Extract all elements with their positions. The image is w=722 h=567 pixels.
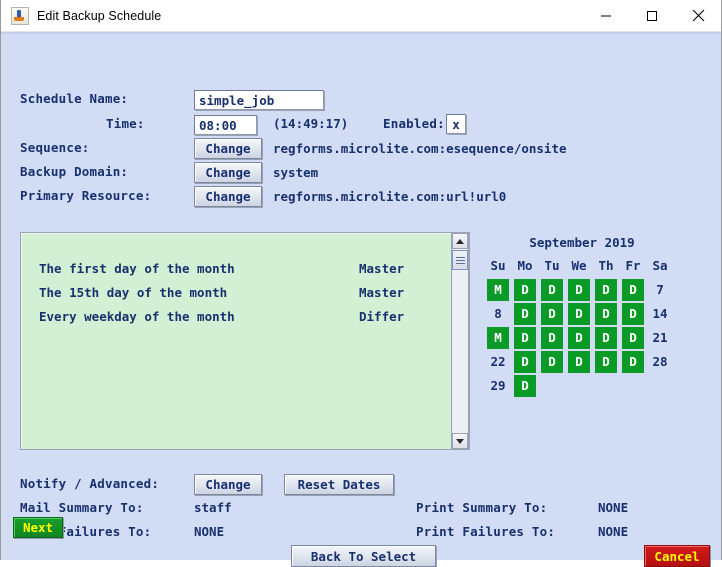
sequence-change-button[interactable]: Change [194,138,262,159]
calendar-day[interactable]: 28 [649,351,671,373]
primary-resource-change-button[interactable]: Change [194,186,262,207]
calendar-day-marked[interactable]: D [568,327,590,349]
calendar-day-marked[interactable]: D [595,327,617,349]
calendar-day[interactable]: 14 [649,303,671,325]
print-summary-value: NONE [598,500,629,515]
scrollbar-thumb[interactable] [452,250,468,270]
calendar-day-header: Sa [652,258,668,273]
calendar-day-marked[interactable]: D [568,279,590,301]
calendar-day-marked[interactable]: D [622,303,644,325]
calendar-day-marked[interactable]: D [595,303,617,325]
calendar-day[interactable]: 7 [649,279,671,301]
calendar-day-marked[interactable]: D [514,327,536,349]
back-to-select-button[interactable]: Back To Select [291,545,436,567]
list-item-mode: Master [359,260,405,276]
calendar-day-header: We [571,258,587,273]
calendar-day-marked[interactable]: D [541,327,563,349]
time-input[interactable]: 08:00 [194,115,257,135]
backup-domain-label: Backup Domain: [20,164,129,179]
backup-domain-value: system [273,165,319,180]
calendar-day-header: Su [490,258,506,273]
calendar-day[interactable]: 8 [487,303,509,325]
sequence-value: regforms.microlite.com:esequence/onsite [273,141,567,156]
list-item-mode: Master [359,284,405,300]
list-item[interactable]: Every weekday of the month Differ [21,304,451,328]
java-coffee-cup-icon [11,6,29,25]
list-item[interactable]: The first day of the month Master [21,256,451,280]
title-bar: Edit Backup Schedule [1,0,721,32]
print-failures-label: Print Failures To: [416,524,556,539]
list-item-description: The first day of the month [39,260,235,276]
application-window: Edit Backup Schedule Schedule Name: simp… [0,0,722,567]
maximize-icon[interactable] [629,0,675,31]
window-title: Edit Backup Schedule [37,8,162,23]
calendar-day-marked[interactable]: D [595,351,617,373]
calendar-day-marked[interactable]: D [622,279,644,301]
calendar-day-marked[interactable]: D [514,279,536,301]
notify-advanced-label: Notify / Advanced: [20,476,160,491]
list-item-description: The 15th day of the month [39,284,228,300]
calendar-day-marked[interactable]: D [568,303,590,325]
current-clock-value: (14:49:17) [273,116,349,131]
mail-summary-value: staff [194,500,232,515]
schedule-rules-list[interactable]: The first day of the month Master The 15th… [20,232,470,450]
calendar-day-marked[interactable]: D [541,279,563,301]
enabled-checkbox[interactable]: x [446,114,466,134]
calendar-day-marked[interactable]: D [541,351,563,373]
calendar-day[interactable]: 21 [649,327,671,349]
list-item-description: Every weekday of the month [39,308,235,324]
sequence-label: Sequence: [20,140,90,155]
calendar-day-marked[interactable]: D [622,327,644,349]
window-controls [583,0,721,31]
primary-resource-value: regforms.microlite.com:url!url0 [273,189,507,204]
calendar-day[interactable]: 22 [487,351,509,373]
calendar-day-header: Mo [517,258,533,273]
enabled-label: Enabled: [383,116,445,131]
cancel-button[interactable]: Cancel [644,545,710,567]
calendar-day-marked[interactable]: D [568,351,590,373]
close-icon[interactable] [675,0,721,31]
calendar-day-marked[interactable]: D [541,303,563,325]
list-item[interactable]: The 15th day of the month Master [21,280,451,304]
print-summary-label: Print Summary To: [416,500,548,515]
schedule-name-label: Schedule Name: [20,91,129,106]
calendar-day-header: Fr [625,258,641,273]
calendar-day-marked[interactable]: D [595,279,617,301]
notify-change-button[interactable]: Change [194,474,262,495]
mail-failures-value: NONE [194,524,225,539]
primary-resource-label: Primary Resource: [20,188,152,203]
calendar-day-marked[interactable]: M [487,279,509,301]
scroll-up-icon[interactable] [452,233,468,249]
edit-backup-schedule-dialog: Schedule Name: simple_job Time: 08:00 (1… [1,32,721,567]
schedule-name-input[interactable]: simple_job [194,90,324,110]
calendar-day-marked[interactable]: D [622,351,644,373]
calendar-day-marked[interactable]: D [514,351,536,373]
scroll-down-icon[interactable] [452,433,468,449]
scrollbar-grip-icon [455,255,465,266]
time-label: Time: [106,116,145,131]
reset-dates-button[interactable]: Reset Dates [284,474,394,495]
calendar-day[interactable]: 29 [487,375,509,397]
calendar-day-marked[interactable]: D [514,375,536,397]
schedule-list-scrollbar[interactable] [451,232,469,450]
calendar-day-header: Tu [544,258,560,273]
calendar-day-header: Th [598,258,614,273]
list-item-mode: Differ [359,308,405,324]
print-failures-value: NONE [598,524,629,539]
minimize-icon[interactable] [583,0,629,31]
mail-summary-label: Mail Summary To: [20,500,144,515]
backup-domain-change-button[interactable]: Change [194,162,262,183]
calendar-day-marked[interactable]: M [487,327,509,349]
calendar-day-marked[interactable]: D [514,303,536,325]
next-button[interactable]: Next [13,517,63,538]
calendar-month-title: September 2019 [529,235,635,250]
